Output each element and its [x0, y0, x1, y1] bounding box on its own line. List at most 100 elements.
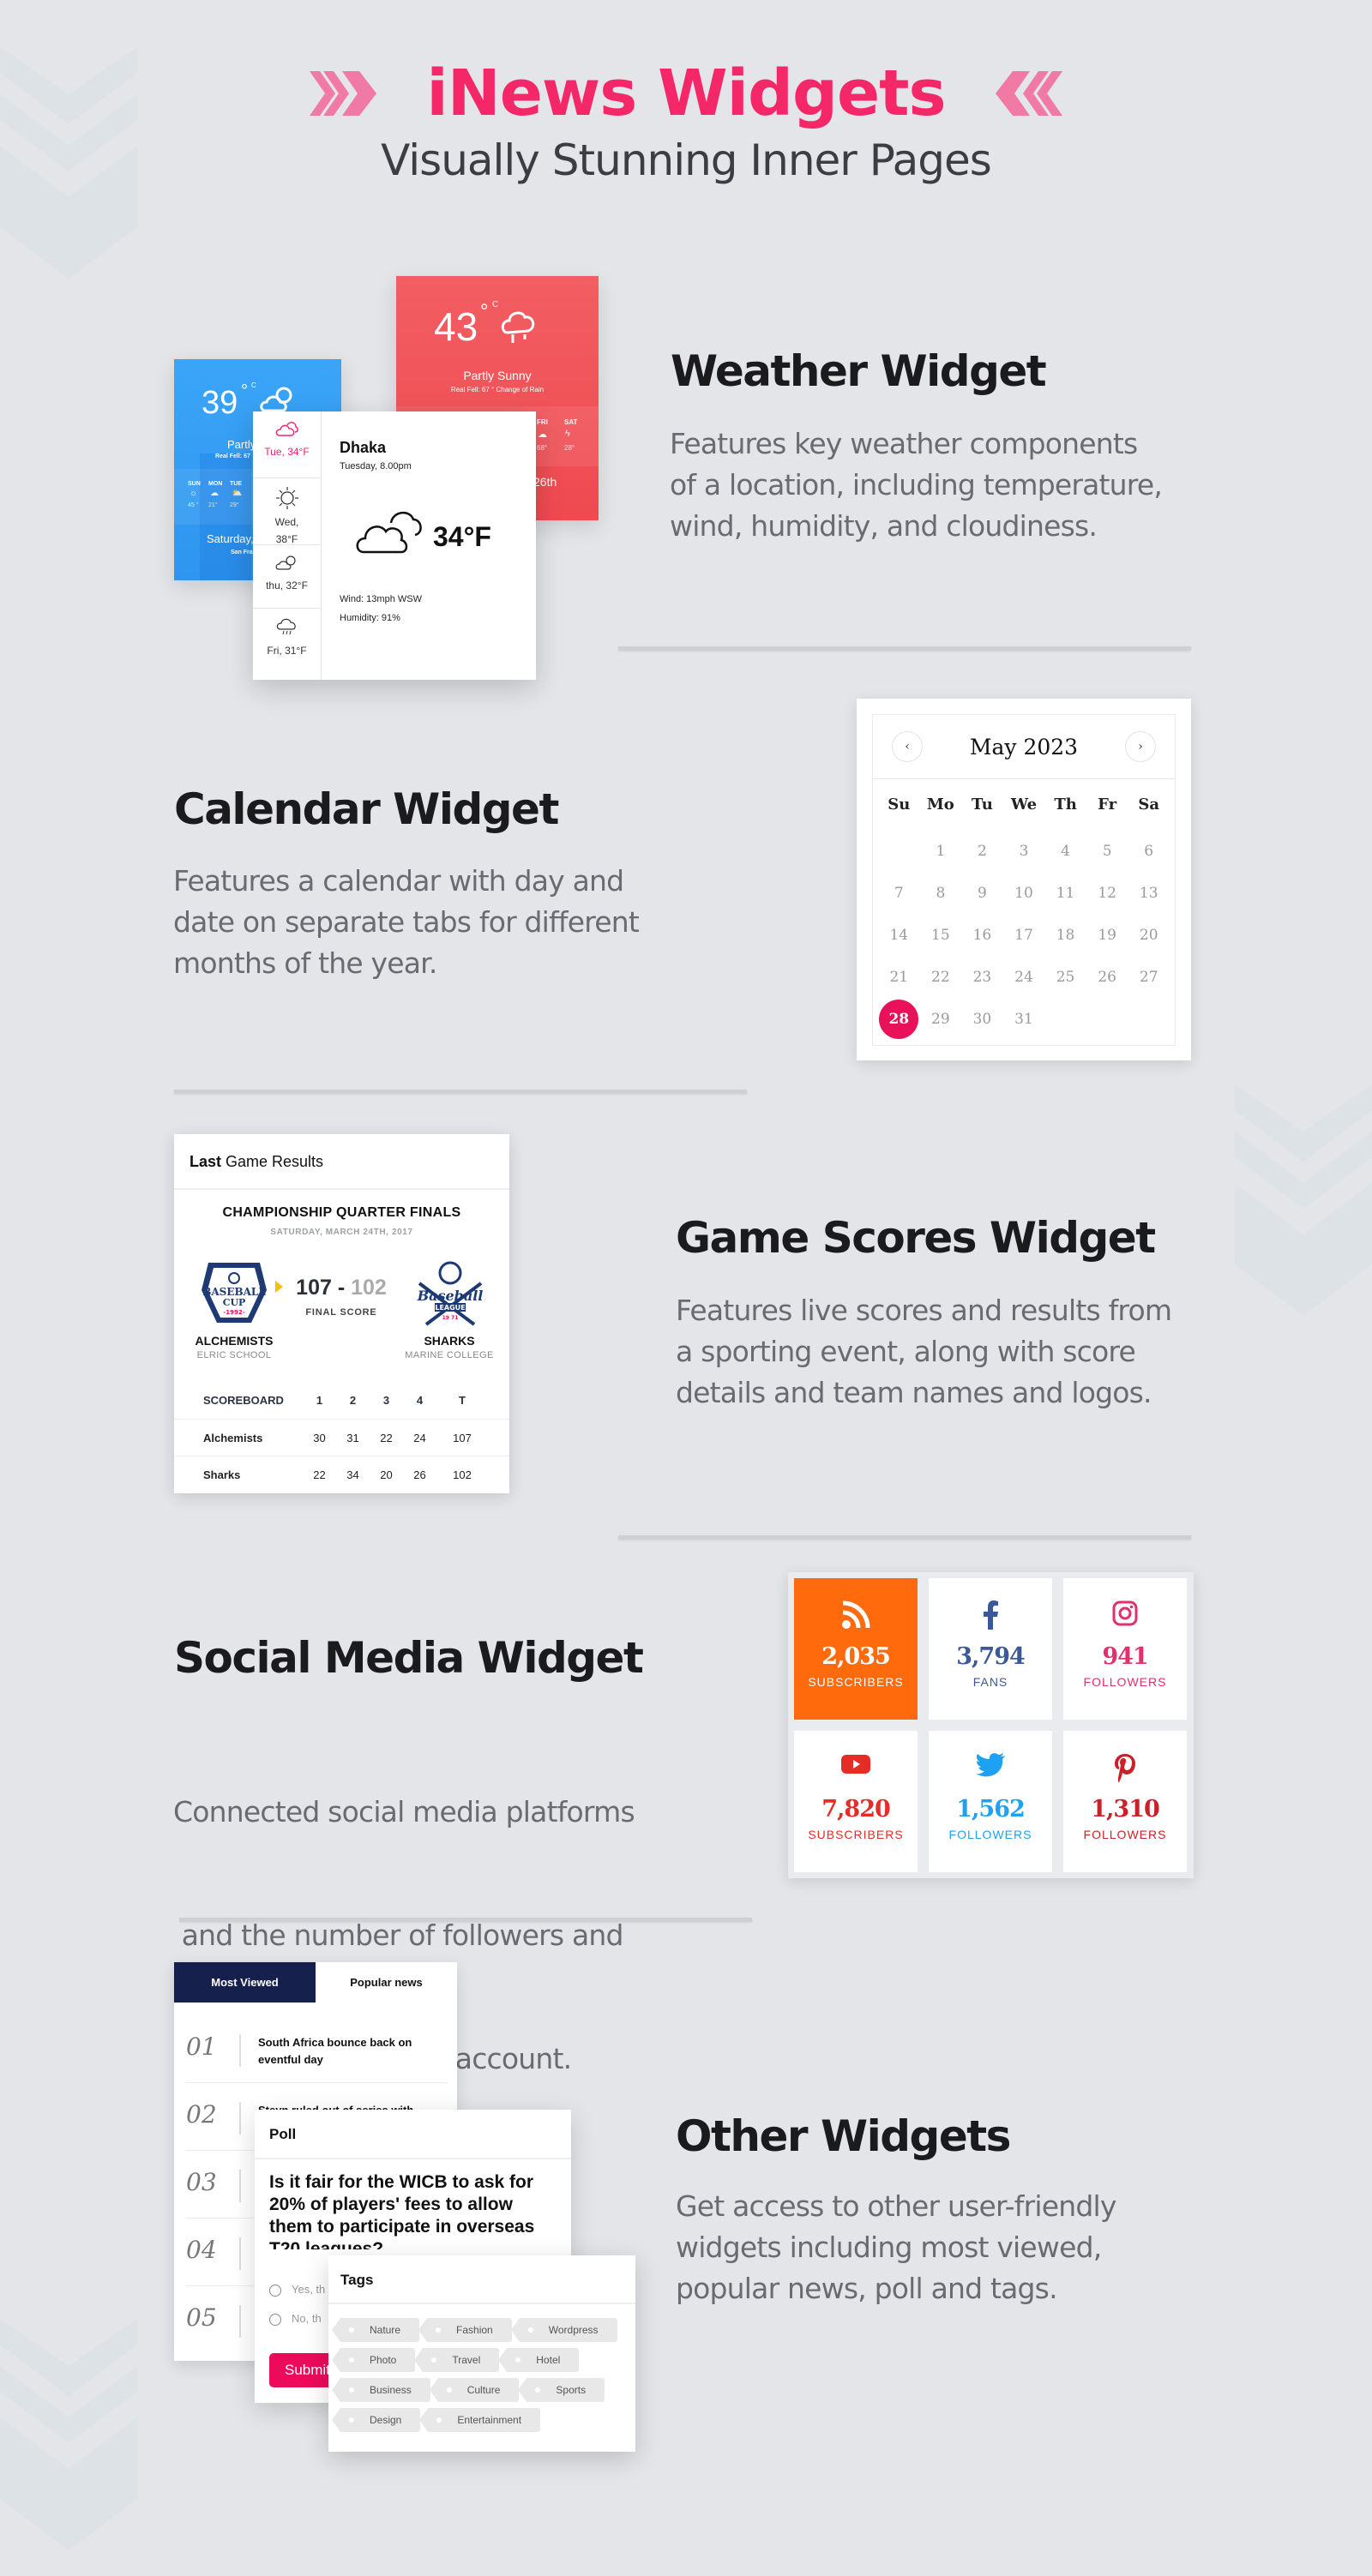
calendar-day-number: 11 — [1056, 885, 1075, 902]
calendar-day[interactable]: 20 — [1128, 915, 1170, 957]
tag-chip[interactable]: Entertainment — [419, 2408, 541, 2432]
list-item-number: 01 — [186, 2033, 217, 2061]
social-count: 1,562 — [956, 1796, 1026, 1822]
tag-chip[interactable]: Photo — [331, 2348, 416, 2372]
scoreboard-cell: 20 — [380, 1468, 393, 1481]
calendar-day[interactable]: 5 — [1086, 831, 1128, 873]
calendar-weekday: Th — [1054, 796, 1077, 814]
calendar-day[interactable]: 23 — [961, 957, 1003, 999]
tag-chip[interactable]: Hotel — [498, 2348, 580, 2372]
tag-chip[interactable]: Nature — [331, 2318, 420, 2342]
social-tile-pinterest[interactable]: 1,310 FOLLOWERS — [1063, 1731, 1187, 1872]
scoreboard-cell: 22 — [313, 1468, 326, 1481]
tag-chip[interactable]: Travel — [414, 2348, 500, 2372]
calendar-day[interactable]: 8 — [920, 873, 962, 915]
calendar-day[interactable]: 31 — [1003, 999, 1045, 1041]
weather-day-tab[interactable]: Fri, 31°F — [253, 609, 321, 676]
social-tile-youtube[interactable]: 7,820 SUBSCRIBERS — [794, 1731, 918, 1872]
scoreboard-cell: 102 — [453, 1468, 472, 1481]
calendar-day[interactable]: 24 — [1003, 957, 1045, 999]
desc-line: a sporting event, along with score — [676, 1335, 1136, 1368]
social-label: FANS — [972, 1675, 1008, 1689]
radio-button[interactable] — [269, 2284, 281, 2297]
calendar-inner: ‹ May 2023 › Su Mo Tu We Th Fr Sa 1 2 3 4 5 6 7 8 9 10 11… — [872, 714, 1176, 1046]
calendar-day[interactable]: 9 — [961, 873, 1003, 915]
calendar-prev-button[interactable]: ‹ — [892, 731, 923, 762]
calendar-day[interactable]: 6 — [1128, 831, 1170, 873]
list-item-separator — [239, 2305, 241, 2338]
weather-city: Dhaka — [340, 439, 387, 456]
calendar-day[interactable]: 29 — [920, 999, 962, 1041]
tab-popular-news[interactable]: Popular news — [316, 1962, 457, 2003]
calendar-day[interactable]: 1 — [920, 831, 962, 873]
calendar-day[interactable]: 16 — [961, 915, 1003, 957]
calendar-next-button[interactable]: › — [1125, 731, 1156, 762]
weather-blue-temp: 39 — [202, 385, 238, 421]
cloud-icon — [275, 422, 298, 436]
scoreboard-header-cell: 2 — [349, 1394, 357, 1407]
away-team-school: MARINE COLLEGE — [405, 1350, 494, 1360]
tag-chip[interactable]: Design — [331, 2408, 421, 2432]
weather-red-temp: 43 — [434, 304, 478, 349]
calendar-day[interactable]: 4 — [1044, 831, 1086, 873]
svg-text:BASEBALL: BASEBALL — [202, 1286, 266, 1298]
calendar-day-number: 2 — [978, 843, 987, 860]
background-chevron-decoration — [0, 2319, 137, 2550]
poll-option[interactable]: No, th — [269, 2312, 322, 2326]
list-item[interactable]: 01 South Africa bounce back on eventful … — [186, 2015, 448, 2083]
calendar-day[interactable]: 18 — [1044, 915, 1086, 957]
social-tile-instagram[interactable]: 941 FOLLOWERS — [1063, 1578, 1187, 1720]
tag-chip[interactable]: Culture — [429, 2378, 520, 2402]
poll-question: Is it fair for the WICB to ask for 20% o… — [269, 2172, 535, 2249]
weather-wind: Wind: 13mph WSW — [340, 594, 422, 604]
calendar-day[interactable]: 27 — [1128, 957, 1170, 999]
calendar-day[interactable]: 14 — [878, 915, 920, 957]
calendar-day-number: 23 — [972, 969, 992, 986]
game-final-score: 107 - 102 FINAL SCORE — [275, 1276, 406, 1318]
desc-line: Connected social media platforms — [173, 1795, 635, 1828]
social-tile-facebook[interactable]: 3,794 FANS — [929, 1578, 1052, 1720]
calendar-empty-cell — [878, 831, 920, 873]
calendar-day[interactable]: 21 — [878, 957, 920, 999]
rain-icon — [276, 618, 296, 635]
calendar-day[interactable]: 10 — [1003, 873, 1045, 915]
lightning-icon: ϟ — [565, 429, 570, 439]
calendar-day[interactable]: 2 — [961, 831, 1003, 873]
poll-option[interactable]: Yes, th — [269, 2283, 325, 2297]
tag-chip[interactable]: Sports — [518, 2378, 605, 2402]
tag-chip[interactable]: Wordpress — [510, 2318, 617, 2342]
calendar-day[interactable]: 22 — [920, 957, 962, 999]
radio-button[interactable] — [269, 2313, 281, 2326]
weather-red-condition: Partly Sunny — [463, 369, 532, 382]
calendar-day[interactable]: 30 — [961, 999, 1003, 1041]
calendar-day[interactable]: 26 — [1086, 957, 1128, 999]
tag-chip[interactable]: Business — [332, 2378, 430, 2402]
weather-day-tab[interactable]: Tue, 34°F — [253, 411, 321, 478]
calendar-day[interactable]: 15 — [920, 915, 962, 957]
tab-most-viewed[interactable]: Most Viewed — [174, 1962, 316, 2003]
poll-title: Poll — [255, 2110, 571, 2159]
section-desc-weather: Features key weather components of a loc… — [670, 423, 1163, 547]
calendar-day[interactable]: 25 — [1044, 957, 1086, 999]
partly-sunny-icon: ⛅ — [232, 489, 243, 498]
rain-cloud-icon — [501, 311, 535, 343]
social-tile-rss[interactable]: 2,035 SUBSCRIBERS — [794, 1578, 918, 1720]
calendar-day[interactable]: 11 — [1044, 873, 1086, 915]
calendar-day[interactable]: 13 — [1128, 873, 1170, 915]
scoreboard-table: SCOREBOARD 1 2 3 4 T Alchemists 30 31 22… — [174, 1382, 509, 1492]
page-title: iNews Widgets — [0, 53, 1372, 130]
tag-chip[interactable]: Fashion — [418, 2318, 512, 2342]
winner-arrow-icon — [275, 1281, 283, 1293]
calendar-day-selected[interactable]: 28 — [878, 999, 920, 1041]
section-title-calendar: Calendar Widget — [174, 784, 559, 834]
calendar-day[interactable]: 17 — [1003, 915, 1045, 957]
social-tile-twitter[interactable]: 1,562 FOLLOWERS — [929, 1731, 1052, 1872]
calendar-day[interactable]: 7 — [878, 873, 920, 915]
game-widget-header: Last Game Results — [174, 1134, 509, 1190]
calendar-day[interactable]: 19 — [1086, 915, 1128, 957]
calendar-day[interactable]: 3 — [1003, 831, 1045, 873]
weather-day-tab[interactable]: thu, 32°F — [253, 545, 321, 609]
weather-day-tab[interactable]: Wed, 38°F — [253, 478, 321, 545]
weather-blue-forecast-day: MON — [208, 481, 223, 487]
calendar-day[interactable]: 12 — [1086, 873, 1128, 915]
